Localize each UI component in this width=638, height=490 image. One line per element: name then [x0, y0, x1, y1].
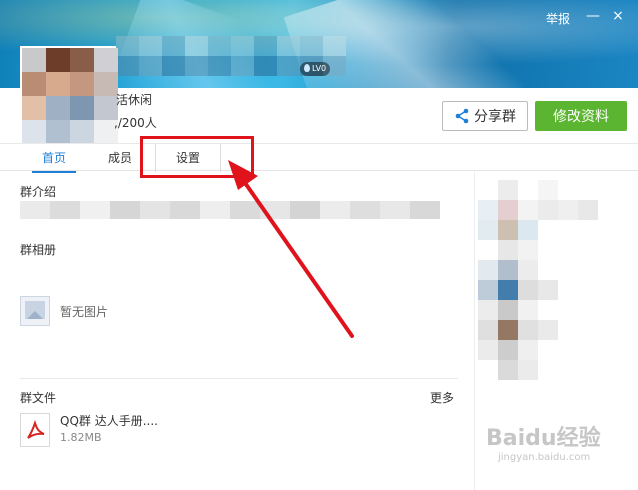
group-member-count: ,/200人 — [114, 116, 157, 130]
no-photo-text: 暂无图片 — [60, 305, 109, 319]
tab-home[interactable]: 首页 — [24, 144, 84, 173]
section-divider — [20, 378, 458, 379]
file-name[interactable]: QQ群 达人手册.... — [60, 412, 158, 429]
group-intro-title: 群介绍 — [20, 185, 57, 199]
group-avatar[interactable] — [20, 46, 118, 144]
share-group-button[interactable]: 分享群 — [442, 101, 528, 131]
group-category: 活休闲 — [116, 93, 153, 107]
pdf-file-icon[interactable] — [20, 413, 50, 447]
level-badge: LV0 — [300, 62, 331, 76]
share-group-label: 分享群 — [474, 109, 516, 125]
level-badge-label: LV0 — [312, 64, 327, 73]
group-album-title: 群相册 — [20, 243, 57, 257]
share-icon — [455, 108, 469, 124]
more-files-link[interactable]: 更多 — [430, 389, 454, 406]
group-files-title: 群文件 — [20, 391, 57, 405]
tab-bar: 首页 成员 设置 — [0, 143, 638, 173]
baidu-jingyan-watermark: Baidu经验 jingyan.baidu.com — [486, 420, 601, 463]
watermark-sub: jingyan.baidu.com — [498, 452, 591, 463]
watermark-main: Baidu经验 — [486, 426, 601, 451]
file-size: 1.82MB — [60, 431, 102, 444]
member-list-blurred — [478, 180, 608, 380]
group-intro-blurred — [20, 201, 440, 219]
annotation-highlight-box — [140, 136, 254, 178]
image-placeholder-icon — [20, 296, 50, 326]
minimize-button[interactable]: — — [585, 8, 601, 24]
report-link[interactable]: 举报 — [546, 10, 570, 27]
drop-icon — [304, 64, 310, 72]
edit-profile-button[interactable]: 修改资料 — [535, 101, 627, 131]
pdf-glyph-icon — [27, 420, 45, 439]
close-button[interactable]: × — [610, 8, 626, 24]
